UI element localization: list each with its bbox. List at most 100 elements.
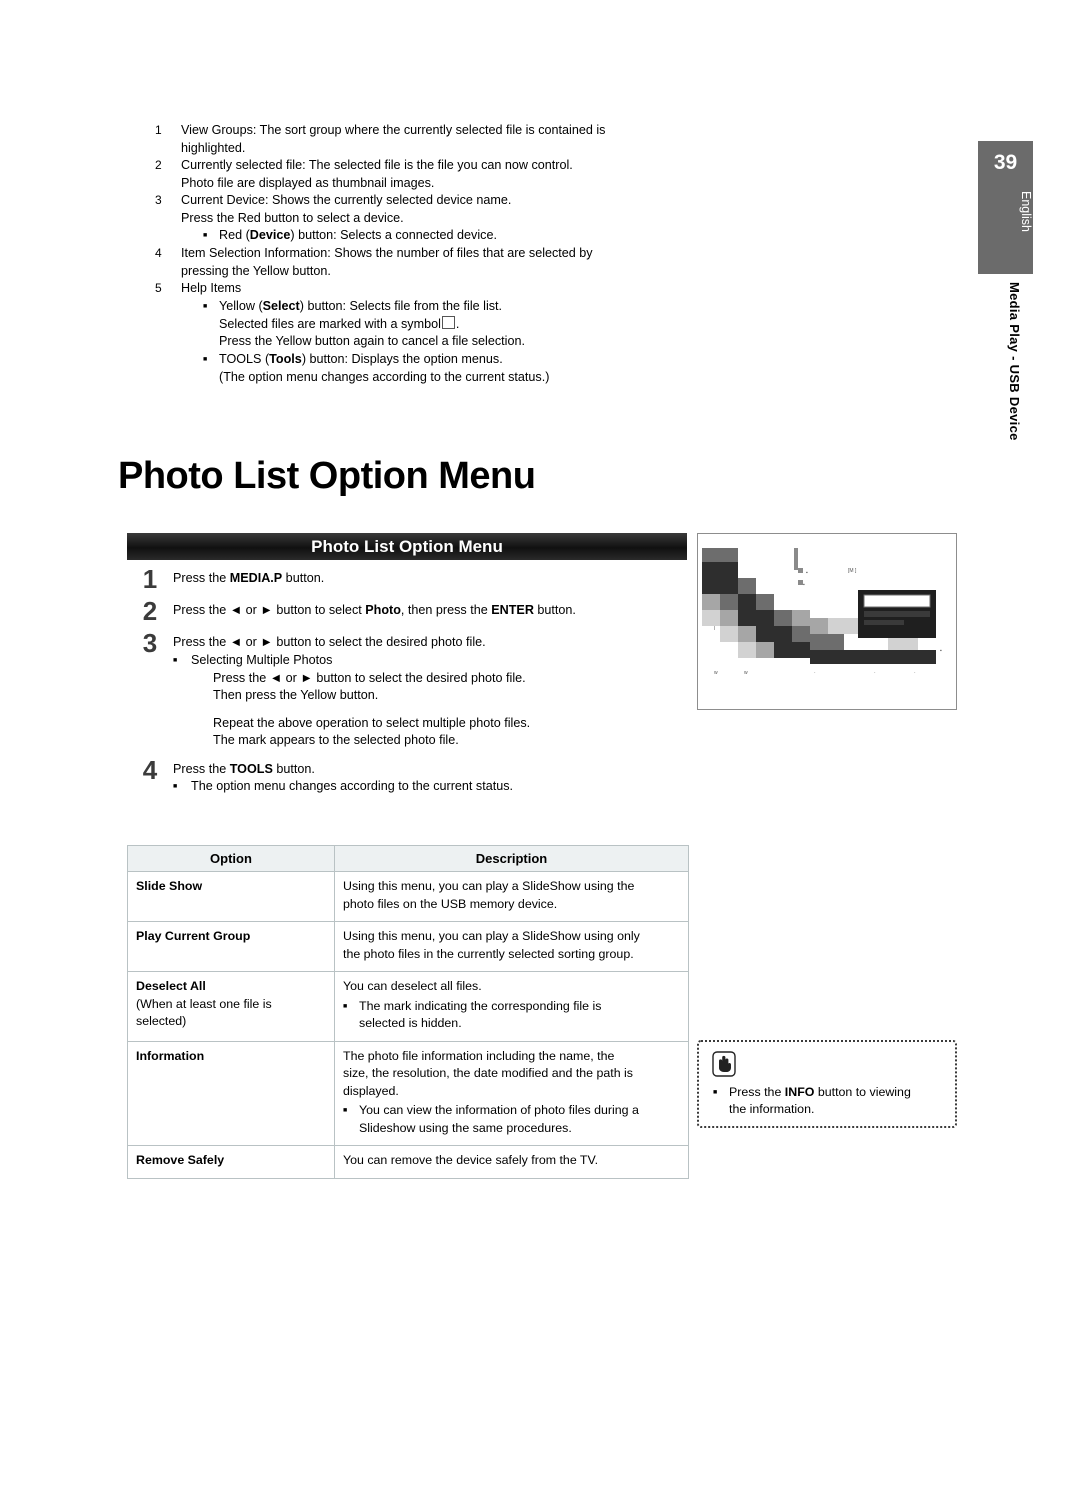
table-row: Remove Safely You can remove the device … xyxy=(127,1145,689,1179)
desc-line: Using this menu, you can play a SlideSho… xyxy=(343,879,635,893)
sub-bullet-item: ■ Red (Device) button: Selects a connect… xyxy=(203,227,835,245)
sub-bullet-text: The option menu changes according to the… xyxy=(191,779,514,793)
step-sub-block: Press the ◄ or ► button to select the de… xyxy=(213,670,692,750)
list-item: 3 Current Device: Shows the currently se… xyxy=(155,192,835,245)
svg-text:[M ]: [M ] xyxy=(848,568,857,574)
step-item: 3 Press the ◄ or ► button to select the … xyxy=(127,630,692,750)
step-text-bold: Photo xyxy=(365,603,401,617)
procedure-steps: 1 Press the MEDIA.P button. 2 Press the … xyxy=(127,566,692,803)
options-table: Option Description Slide Show Using this… xyxy=(127,845,689,1179)
list-body: Current Device: Shows the currently sele… xyxy=(181,192,835,245)
sub-bullet-item: ■ The option menu changes according to t… xyxy=(173,778,692,796)
desc-line: You can deselect all files. xyxy=(343,979,482,993)
list-number: 4 xyxy=(155,246,162,260)
hand-pointer-icon xyxy=(712,1051,736,1077)
sub-bullet-item: ■ TOOLS (Tools) button: Displays the opt… xyxy=(203,351,835,369)
select-note-text: Selected files are marked with a symbol xyxy=(219,316,441,331)
list-item: 2 Currently selected file: The selected … xyxy=(155,157,835,192)
step-text: Press the TOOLS button. xyxy=(173,761,692,779)
note-content: Press the INFO button to viewing the info… xyxy=(729,1084,911,1118)
note-post: button to viewing xyxy=(814,1085,911,1099)
step-number: 4 xyxy=(142,754,158,785)
list-line: Current Device: Shows the currently sele… xyxy=(181,193,512,207)
option-cell: Deselect All (When at least one file is … xyxy=(127,971,335,1042)
page-title: Photo List Option Menu xyxy=(118,455,536,497)
desc-line: The photo file information including the… xyxy=(343,1048,615,1063)
list-line: Photo file are displayed as thumbnail im… xyxy=(181,175,435,190)
square-bullet-icon: ■ xyxy=(343,1002,348,1010)
page-language: English xyxy=(1019,191,1033,232)
square-bullet-icon: ■ xyxy=(713,1089,718,1096)
list-body: View Groups: The sort group where the cu… xyxy=(181,122,835,157)
description-cell: The photo file information including the… xyxy=(334,1040,689,1146)
square-bullet-icon: ■ xyxy=(203,302,208,310)
tv-screen-illustration: ▪ [M ] ▪ l w w · · · ▪ xyxy=(697,533,957,710)
svg-text:▪: ▪ xyxy=(803,582,805,588)
step-sub-line: Press the ◄ or ► button to select the de… xyxy=(213,670,526,685)
list-line: View Groups: The sort group where the cu… xyxy=(181,123,606,137)
table-row: Play Current Group Using this menu, you … xyxy=(127,921,689,972)
bullet-post: ) button: Displays the option menus. xyxy=(301,351,503,366)
desc-bullet-item: ■ The mark indicating the corresponding … xyxy=(343,998,680,1033)
option-sub-label: (When at least one file is selected) xyxy=(136,996,272,1029)
list-body: Currently selected file: The selected fi… xyxy=(181,157,835,192)
desc-line: size, the resolution, the date modified … xyxy=(343,1066,633,1080)
desc-line: Using this menu, you can play a SlideSho… xyxy=(343,929,640,943)
select-note-line-2: Press the Yellow button again to cancel … xyxy=(219,334,525,348)
svg-text:▪: ▪ xyxy=(940,648,942,654)
step-number: 2 xyxy=(142,596,158,626)
select-note-line-1: Selected files are marked with a symbol. xyxy=(219,315,835,334)
list-item: 1 View Groups: The sort group where the … xyxy=(155,122,835,157)
square-bullet-icon: ■ xyxy=(173,656,178,664)
step-body: Press the ◄ or ► button to select the de… xyxy=(173,630,692,750)
desc-bullet-text: You can view the information of photo fi… xyxy=(359,1103,639,1135)
table-row: Deselect All (When at least one file is … xyxy=(127,971,689,1042)
desc-bullet-item: ■ You can view the information of photo … xyxy=(343,1102,680,1137)
list-item: 4 Item Selection Information: Shows the … xyxy=(155,245,835,280)
option-cell: Remove Safely xyxy=(127,1145,335,1179)
list-line: highlighted. xyxy=(181,140,246,155)
option-label: Deselect All xyxy=(136,979,206,993)
sub-bullet-text: Yellow (Select) button: Selects file fro… xyxy=(219,298,835,316)
step-text-pre: Press the xyxy=(173,571,230,585)
svg-text:w: w xyxy=(744,670,748,676)
svg-text:▪: ▪ xyxy=(806,570,808,576)
bullet-pre: TOOLS ( xyxy=(219,351,270,366)
section-title-bar: Photo List Option Menu xyxy=(127,533,687,560)
step-body: Press the ◄ or ► button to select Photo,… xyxy=(173,598,692,620)
step-item: 1 Press the MEDIA.P button. xyxy=(127,564,692,594)
description-cell: Using this menu, you can play a SlideSho… xyxy=(334,871,689,922)
page-number: 39 xyxy=(993,151,1018,174)
column-header-option: Option xyxy=(127,845,335,872)
intro-numbered-list: 1 View Groups: The sort group where the … xyxy=(155,122,835,386)
step-item: 2 Press the ◄ or ► button to select Phot… xyxy=(127,596,692,626)
list-line: Press the Red button to select a device. xyxy=(181,210,404,225)
list-body: Item Selection Information: Shows the nu… xyxy=(181,245,835,280)
description-cell: You can deselect all files. ■ The mark i… xyxy=(334,971,689,1042)
square-bullet-icon: ■ xyxy=(203,355,208,363)
step-sub-line: Then press the Yellow button. xyxy=(213,688,379,702)
hand-pointer-svg xyxy=(712,1051,736,1077)
desc-line: displayed. xyxy=(343,1083,399,1098)
list-line: Currently selected file: The selected fi… xyxy=(181,158,573,172)
screen-art-svg: ▪ [M ] ▪ l w w · · · ▪ xyxy=(698,534,956,709)
check-mark-icon xyxy=(441,315,455,329)
note-pre: Press the xyxy=(729,1085,785,1099)
bullet-bold: Tools xyxy=(269,351,302,366)
note-text: ■ Press the INFO button to viewing the in… xyxy=(713,1084,943,1118)
square-bullet-icon: ■ xyxy=(203,232,208,239)
note-line2: the information. xyxy=(729,1102,815,1116)
option-cell: Play Current Group xyxy=(127,921,335,972)
step-body: Press the TOOLS button. ■ The option men… xyxy=(173,757,692,797)
sub-bullet-item: ■ Selecting Multiple Photos xyxy=(173,652,692,670)
step-number: 1 xyxy=(142,564,158,594)
step-text-post: button. xyxy=(272,761,315,776)
step-body: Press the MEDIA.P button. xyxy=(173,566,692,588)
bullet-post: ) button: Selects a connected device. xyxy=(290,228,497,242)
svg-text:l: l xyxy=(714,626,715,632)
table-row: Slide Show Using this menu, you can play… xyxy=(127,871,689,922)
table-header-row: Option Description xyxy=(127,845,689,872)
step-sub-line: The mark appears to the selected photo f… xyxy=(213,733,459,747)
list-body: Help Items ■ Yellow (Select) button: Sel… xyxy=(181,280,835,386)
